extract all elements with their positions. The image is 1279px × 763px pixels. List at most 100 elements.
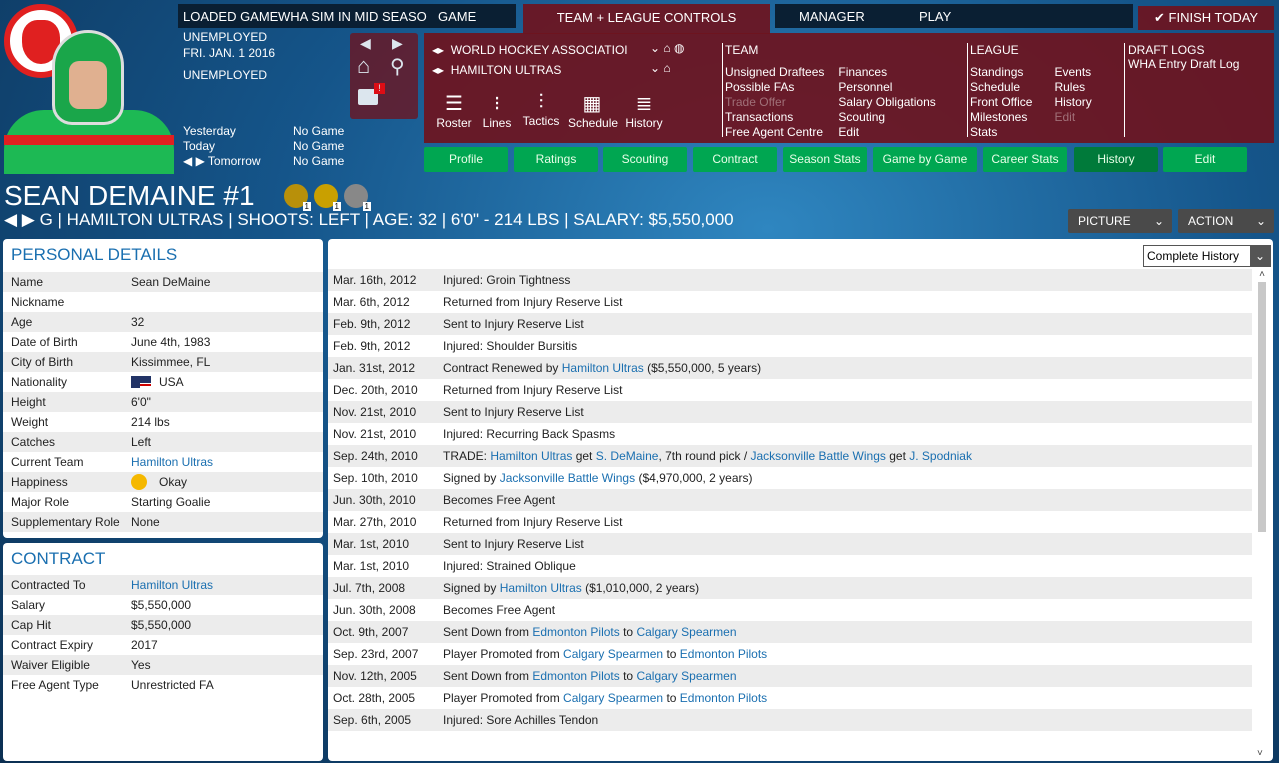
team-switch-icon[interactable]: ◂▸ [432, 63, 444, 77]
unsigned-draftees-link[interactable]: Unsigned Draftees [725, 65, 824, 80]
entity-link[interactable]: Calgary Spearmen [563, 647, 663, 661]
tab-history[interactable]: History [1074, 147, 1158, 172]
entity-link[interactable]: J. Spodniak [909, 449, 972, 463]
event-text: ($1,010,000, 2 years) [581, 581, 700, 595]
history-button[interactable]: ≣ History [624, 91, 664, 130]
entity-link[interactable]: Hamilton Ultras [490, 449, 572, 463]
entity-link[interactable]: Edmonton Pilots [532, 669, 619, 683]
history-date: Nov. 12th, 2005 [333, 669, 417, 683]
standings-link[interactable]: Standings [970, 65, 1032, 80]
detail-value: $5,550,000 [131, 598, 192, 612]
roster-button[interactable]: ☰ Roster [436, 91, 472, 130]
entity-link[interactable]: Edmonton Pilots [532, 625, 619, 639]
search-icon[interactable]: ⚲ [390, 54, 405, 79]
event-text: Sent to Injury Reserve List [443, 317, 584, 331]
milestones-link[interactable]: Milestones [970, 110, 1032, 125]
first-place-award-icon[interactable]: 1 [314, 184, 341, 211]
entity-link[interactable]: S. DeMaine [596, 449, 659, 463]
entity-link[interactable]: Calgary Spearmen [636, 625, 736, 639]
possible-fas-link[interactable]: Possible FAs [725, 80, 824, 95]
tab-career-stats[interactable]: Career Stats [983, 147, 1067, 172]
entity-link[interactable]: Calgary Spearmen [563, 691, 663, 705]
history-filter-select[interactable]: Complete History ⌄ [1143, 245, 1271, 267]
league-dropdown-icon[interactable]: ⌄ ⌂ ◍ [650, 41, 684, 55]
tomorrow-value: No Game [293, 154, 345, 168]
prev-next-player-icon[interactable]: ◀ ▶ [4, 210, 40, 229]
detail-label: Supplementary Role [11, 515, 120, 529]
tactics-label: Tactics [522, 114, 560, 128]
action-button[interactable]: ACTION ⌄ [1178, 209, 1274, 233]
prev-next-day-icon[interactable]: ◀ ▶ [183, 154, 208, 168]
tab-scouting[interactable]: Scouting [603, 147, 687, 172]
schedule-button[interactable]: ▦ Schedule [568, 91, 618, 130]
entity-link[interactable]: Hamilton Ultras [500, 581, 582, 595]
entity-link[interactable]: Hamilton Ultras [562, 361, 644, 375]
back-icon[interactable]: ◀ [360, 35, 371, 52]
history-event: Becomes Free Agent [443, 489, 555, 511]
team-name[interactable]: HAMILTON ULTRAS [451, 63, 562, 77]
team-dropdown-icon[interactable]: ⌄ ⌂ [650, 61, 671, 75]
tab-profile[interactable]: Profile [424, 147, 508, 172]
wha-entry-draft-log-link[interactable]: WHA Entry Draft Log [1128, 57, 1239, 72]
entity-link[interactable]: Jacksonville Battle Wings [751, 449, 886, 463]
detail-row: Nationality USA [3, 372, 323, 392]
detail-label: Date of Birth [11, 335, 78, 349]
events-link[interactable]: Events [1054, 65, 1091, 80]
transactions-link[interactable]: Transactions [725, 110, 824, 125]
tab-edit[interactable]: Edit [1163, 147, 1247, 172]
scouting-link[interactable]: Scouting [838, 110, 935, 125]
detail-row: Salary $5,550,000 [3, 595, 323, 615]
tab-game[interactable]: GAME [438, 9, 476, 24]
picture-button[interactable]: PICTURE ⌄ [1068, 209, 1172, 233]
history-row: Jun. 30th, 2008 Becomes Free Agent [328, 599, 1252, 621]
entity-link[interactable]: Edmonton Pilots [680, 691, 767, 705]
trophy-award-icon[interactable]: 1 [344, 184, 371, 211]
contract-panel: CONTRACT Contracted To Hamilton Ultras Sal… [3, 543, 323, 761]
league-schedule-link[interactable]: Schedule [970, 80, 1032, 95]
team-league-controls-panel: ◂▸ WORLD HOCKEY ASSOCIATIOI ⌄ ⌂ ◍ ◂▸ HAM… [424, 33, 1274, 143]
salary-obligations-link[interactable]: Salary Obligations [838, 95, 935, 110]
front-office-link[interactable]: Front Office [970, 95, 1032, 110]
goalie-mask-award-icon[interactable]: 1 [284, 184, 311, 211]
league-switch-icon[interactable]: ◂▸ [432, 43, 444, 57]
tactics-button[interactable]: ⫶ Tactics [522, 91, 560, 130]
tab-team-league-controls[interactable]: TEAM + LEAGUE CONTROLS [523, 4, 770, 34]
scrollbar-thumb[interactable] [1258, 282, 1266, 532]
personnel-link[interactable]: Personnel [838, 80, 935, 95]
finances-link[interactable]: Finances [838, 65, 935, 80]
yesterday-label: Yesterday [183, 124, 236, 138]
tab-ratings[interactable]: Ratings [514, 147, 598, 172]
history-scrollbar[interactable]: ˄ ˅ [1257, 269, 1267, 759]
tab-play[interactable]: PLAY [919, 9, 951, 24]
team-edit-link[interactable]: Edit [838, 125, 935, 140]
stats-link[interactable]: Stats [970, 125, 1032, 140]
forward-icon[interactable]: ▶ [392, 35, 403, 52]
home-icon[interactable]: ⌂ [357, 53, 370, 79]
rules-link[interactable]: Rules [1054, 80, 1091, 95]
detail-value[interactable]: Hamilton Ultras [131, 575, 213, 595]
league-header: LEAGUE [970, 43, 1019, 57]
employment-status: UNEMPLOYED [183, 30, 268, 44]
detail-value: $5,550,000 [131, 618, 192, 632]
tab-manager[interactable]: MANAGER [799, 9, 865, 24]
lines-button[interactable]: ⁝ Lines [480, 91, 514, 130]
tab-season-stats[interactable]: Season Stats [783, 147, 867, 172]
detail-value[interactable]: Hamilton Ultras [131, 452, 213, 472]
league-history-link[interactable]: History [1054, 95, 1091, 110]
finish-today-button[interactable]: ✔ FINISH TODAY [1138, 6, 1274, 30]
league-name[interactable]: WORLD HOCKEY ASSOCIATIOI [451, 43, 628, 57]
entity-link[interactable]: Jacksonville Battle Wings [500, 471, 635, 485]
entity-link[interactable]: Edmonton Pilots [680, 647, 767, 661]
scroll-down-icon[interactable]: ˅ [1257, 748, 1263, 759]
history-filter-value: Complete History [1147, 249, 1240, 263]
event-text: ($4,970,000, 2 years) [635, 471, 753, 485]
detail-label: Free Agent Type [11, 678, 99, 692]
history-date: Oct. 9th, 2007 [333, 625, 409, 639]
tab-contract[interactable]: Contract [693, 147, 777, 172]
entity-link[interactable]: Calgary Spearmen [636, 669, 736, 683]
tab-game-by-game[interactable]: Game by Game [873, 147, 977, 172]
free-agent-centre-link[interactable]: Free Agent Centre [725, 125, 824, 140]
scroll-up-icon[interactable]: ˄ [1257, 269, 1267, 280]
loaded-game-bar: LOADED GAME WHA SIM IN MID SEASO GAME [178, 4, 516, 28]
usa-flag-icon [131, 376, 151, 388]
